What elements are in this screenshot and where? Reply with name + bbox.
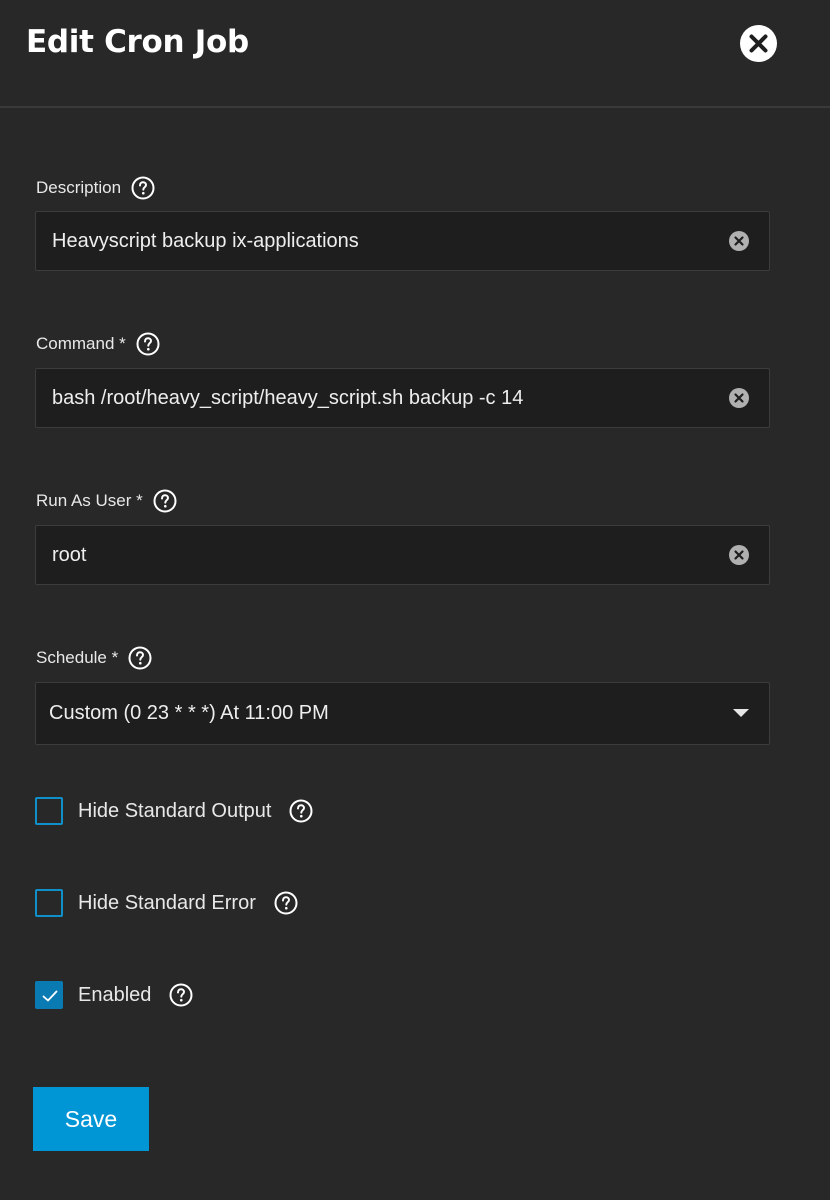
clear-icon[interactable] (729, 231, 749, 251)
enabled-checkbox[interactable] (35, 981, 63, 1009)
command-label: Command * (36, 334, 126, 353)
hide-stderr-label: Hide Standard Error (78, 891, 256, 914)
save-button[interactable]: Save (33, 1087, 149, 1151)
description-input[interactable] (52, 212, 712, 270)
help-icon[interactable] (136, 332, 160, 356)
user-field (35, 525, 770, 585)
description-label: Description (36, 178, 122, 197)
help-icon[interactable] (128, 646, 152, 670)
dialog-title: Edit Cron Job (26, 24, 249, 60)
edit-cron-job-panel: Edit Cron Job Description Command * (0, 0, 830, 1200)
enabled-label: Enabled (78, 983, 152, 1006)
user-label: Run As User * (36, 491, 143, 510)
schedule-label-row: Schedule * (36, 645, 152, 671)
hide-stdout-label: Hide Standard Output (78, 799, 272, 822)
description-label-row: Description (36, 175, 155, 201)
help-icon[interactable] (131, 176, 155, 200)
clear-icon[interactable] (729, 545, 749, 565)
help-icon[interactable] (289, 799, 313, 823)
hide-stdout-row: Hide Standard Output (35, 797, 313, 825)
help-icon[interactable] (169, 983, 193, 1007)
schedule-value: Custom (0 23 * * *) At 11:00 PM (49, 702, 329, 724)
user-label-row: Run As User * (36, 488, 177, 514)
triangle-down-icon (733, 709, 749, 717)
close-button[interactable] (740, 25, 777, 62)
hide-stdout-checkbox[interactable] (35, 797, 63, 825)
command-label-row: Command * (36, 331, 160, 357)
hide-stderr-row: Hide Standard Error (35, 889, 298, 917)
close-icon (749, 34, 768, 53)
help-icon[interactable] (274, 891, 298, 915)
schedule-label: Schedule * (36, 648, 119, 667)
help-icon[interactable] (153, 489, 177, 513)
description-field (35, 211, 770, 271)
user-input[interactable] (52, 526, 712, 584)
schedule-select[interactable]: Custom (0 23 * * *) At 11:00 PM (35, 682, 770, 745)
dialog-header: Edit Cron Job (0, 0, 830, 108)
enabled-row: Enabled (35, 981, 193, 1009)
hide-stderr-checkbox[interactable] (35, 889, 63, 917)
command-input[interactable] (52, 369, 712, 427)
command-field (35, 368, 770, 428)
clear-icon[interactable] (729, 388, 749, 408)
check-icon (42, 990, 58, 1002)
